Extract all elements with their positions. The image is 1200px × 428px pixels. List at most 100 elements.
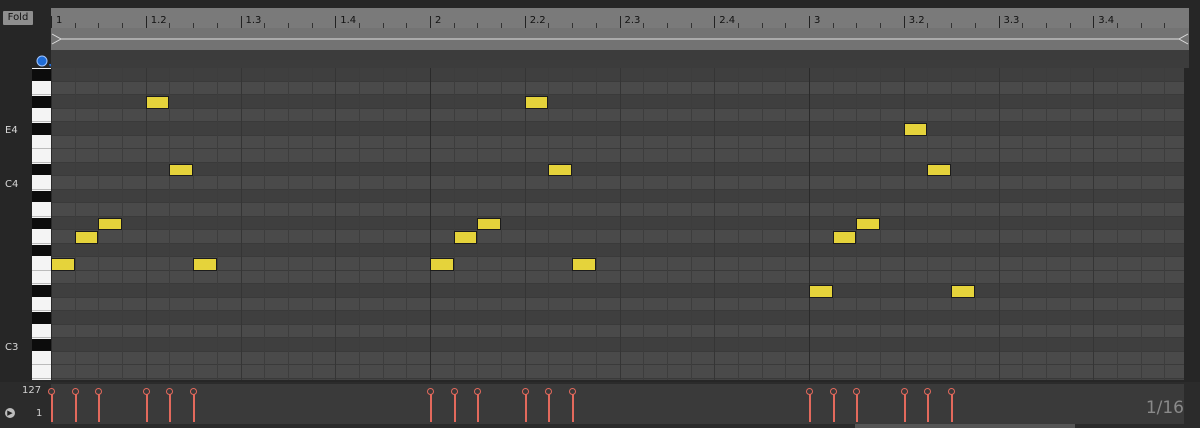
velocity-editor[interactable] bbox=[51, 384, 1184, 424]
piano-white-key[interactable] bbox=[32, 149, 51, 163]
piano-white-key[interactable] bbox=[32, 257, 51, 271]
velocity-stem[interactable] bbox=[51, 392, 53, 422]
velocity-handle[interactable] bbox=[71, 388, 79, 395]
piano-white-key[interactable] bbox=[32, 203, 51, 217]
velocity-stem[interactable] bbox=[74, 392, 77, 422]
beat-line bbox=[737, 68, 739, 380]
grid-row bbox=[51, 176, 1184, 190]
midi-note[interactable] bbox=[856, 217, 881, 230]
beat-line bbox=[406, 68, 408, 380]
velocity-stem[interactable] bbox=[903, 392, 906, 422]
grid-row bbox=[51, 311, 1184, 325]
piano-black-key[interactable] bbox=[32, 217, 51, 229]
midi-note[interactable] bbox=[951, 285, 975, 298]
midi-note[interactable] bbox=[927, 163, 952, 176]
piano-black-key[interactable] bbox=[32, 285, 51, 297]
beat-line bbox=[1093, 68, 1095, 380]
velocity-handle[interactable] bbox=[900, 388, 908, 395]
ruler-tick-label: 3.2 bbox=[908, 15, 925, 26]
velocity-handle[interactable] bbox=[427, 388, 434, 395]
velocity-stem[interactable] bbox=[430, 392, 432, 422]
piano-white-key[interactable] bbox=[32, 109, 51, 122]
piano-black-key[interactable] bbox=[32, 339, 51, 351]
beat-line bbox=[335, 68, 337, 380]
midi-note[interactable] bbox=[430, 258, 454, 271]
velocity-stem[interactable] bbox=[453, 392, 456, 422]
loop-brace-end[interactable] bbox=[1177, 33, 1189, 45]
velocity-stem[interactable] bbox=[98, 392, 101, 422]
velocity-stem[interactable] bbox=[548, 392, 551, 422]
ruler-tick-label: 3.3 bbox=[1003, 15, 1020, 26]
velocity-stem[interactable] bbox=[477, 392, 480, 422]
velocity-stem[interactable] bbox=[927, 392, 930, 422]
velocity-handle[interactable] bbox=[48, 388, 55, 395]
velocity-stem[interactable] bbox=[572, 392, 575, 422]
midi-note[interactable] bbox=[453, 231, 478, 244]
piano-keyboard[interactable] bbox=[32, 68, 51, 380]
piano-white-key[interactable] bbox=[32, 365, 51, 379]
piano-black-key[interactable] bbox=[32, 123, 51, 135]
bar-line bbox=[809, 68, 810, 380]
velocity-stem[interactable] bbox=[856, 392, 859, 422]
velocity-stem[interactable] bbox=[193, 392, 196, 422]
midi-note[interactable] bbox=[524, 96, 549, 109]
piano-black-key[interactable] bbox=[32, 190, 51, 202]
horizontal-scrollbar[interactable] bbox=[855, 424, 1075, 428]
piano-black-key[interactable] bbox=[32, 312, 51, 324]
midi-note[interactable] bbox=[51, 258, 75, 271]
midi-note[interactable] bbox=[193, 258, 217, 271]
grid-row bbox=[51, 338, 1184, 352]
velocity-stem[interactable] bbox=[809, 392, 811, 422]
velocity-handle[interactable] bbox=[829, 388, 837, 395]
piano-black-key[interactable] bbox=[32, 69, 51, 81]
midi-note[interactable] bbox=[548, 163, 573, 176]
grid-row bbox=[51, 149, 1184, 163]
beat-line bbox=[998, 68, 1000, 380]
grid-quantize-label[interactable]: 1/16 bbox=[1146, 398, 1184, 418]
velocity-stem[interactable] bbox=[145, 392, 148, 422]
beat-line bbox=[453, 68, 455, 380]
timeline-ruler[interactable]: 1 1.2 1.3 1.4 2 2.2 2.3 2.4 3 3.2 3.3 3.4 bbox=[51, 8, 1189, 28]
midi-note[interactable] bbox=[477, 217, 502, 230]
ruler-tick-label: 3.4 bbox=[1098, 15, 1115, 26]
velocity-handle[interactable] bbox=[521, 388, 529, 395]
ruler-tick-mark bbox=[524, 16, 526, 28]
velocity-stem[interactable] bbox=[951, 392, 954, 422]
piano-white-key[interactable] bbox=[32, 230, 51, 244]
piano-white-key[interactable] bbox=[32, 82, 51, 95]
piano-white-key[interactable] bbox=[32, 298, 51, 311]
piano-white-key[interactable] bbox=[32, 325, 51, 338]
velocity-stem[interactable] bbox=[524, 392, 527, 422]
midi-note[interactable] bbox=[98, 217, 123, 230]
velocity-handle[interactable] bbox=[806, 388, 813, 395]
midi-note[interactable] bbox=[145, 96, 170, 109]
midi-note[interactable] bbox=[903, 123, 928, 136]
velocity-handle[interactable] bbox=[450, 388, 458, 395]
grid-row bbox=[51, 81, 1184, 95]
piano-black-key[interactable] bbox=[32, 163, 51, 175]
velocity-handle[interactable] bbox=[142, 388, 150, 395]
midi-note[interactable] bbox=[74, 231, 99, 244]
ruler-tick-mark bbox=[714, 16, 716, 28]
beat-line bbox=[311, 68, 313, 380]
grid-row bbox=[51, 324, 1184, 338]
piano-white-key[interactable] bbox=[32, 136, 51, 149]
grid-row bbox=[51, 243, 1184, 257]
piano-white-key[interactable] bbox=[32, 271, 51, 284]
midi-note[interactable] bbox=[169, 163, 194, 176]
play-icon[interactable]: ▶ bbox=[5, 408, 15, 418]
beat-line bbox=[1069, 68, 1071, 380]
midi-note[interactable] bbox=[572, 258, 596, 271]
piano-black-key[interactable] bbox=[32, 244, 51, 256]
beat-line bbox=[643, 68, 645, 380]
loop-brace-end[interactable] bbox=[51, 33, 63, 45]
velocity-stem[interactable] bbox=[832, 392, 835, 422]
velocity-stem[interactable] bbox=[169, 392, 172, 422]
midi-note[interactable] bbox=[809, 285, 833, 298]
piano-roll-editor: Fold 1 1.2 1.3 1.4 2 2.2 2.3 2.4 3 3.2 3.3 3.4 E4 C4… bbox=[0, 0, 1200, 428]
midi-note[interactable] bbox=[832, 231, 857, 244]
piano-white-key[interactable] bbox=[32, 352, 51, 365]
piano-black-key[interactable] bbox=[32, 96, 51, 108]
piano-white-key[interactable] bbox=[32, 176, 51, 190]
note-grid[interactable] bbox=[51, 68, 1184, 380]
